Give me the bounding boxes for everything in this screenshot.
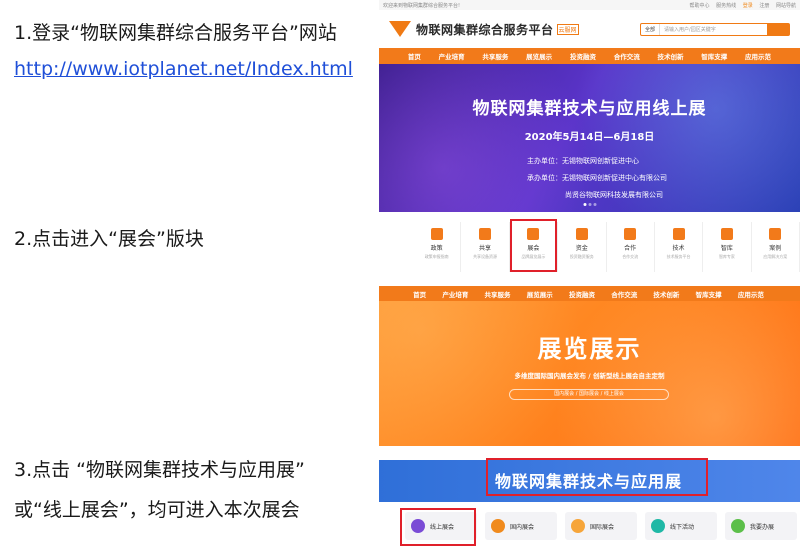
main-nav: 首页 产业培育 共享服务 展览展示 投资融资 合作交流 技术创新 智库支撑 应用…	[379, 48, 800, 64]
expo-title: 展览展示	[537, 335, 642, 363]
site-logo[interactable]: 物联网集群综合服务平台 云服网	[389, 21, 579, 38]
step-1-text: 1.登录“物联网集群综合服务平台”网站	[14, 22, 337, 44]
home-page: 欢迎来到物联网集群综合服务平台! 帮助中心 服务热线 登录 注册 网站导航 物联…	[379, 0, 800, 212]
nav-industry[interactable]: 产业培育	[439, 51, 465, 61]
sections-panel: 政策 政策申报指南 共享 共享设备资源 展会 品牌展览展示 资金 投资融资服务 合作 合作…	[379, 212, 800, 274]
home-banner[interactable]: 物联网集群技术与应用线上展 2020年5月14日—6月18日 主办单位：无锡物联…	[379, 64, 800, 212]
host-expo-icon	[731, 519, 745, 533]
search-box: 全部 请输入用户/园区关键字	[640, 22, 790, 36]
nav-thinktank[interactable]: 智库支撑	[696, 289, 722, 299]
tech-icon	[672, 228, 685, 240]
help-link[interactable]: 帮助中心	[690, 3, 710, 9]
nav-industry[interactable]: 产业培育	[442, 289, 468, 299]
card-international-expo[interactable]: 国际展会	[565, 512, 637, 540]
section-list: 政策 政策申报指南 共享 共享设备资源 展会 品牌展览展示 资金 投资融资服务 合作 合作…	[413, 222, 800, 272]
nav-demo[interactable]: 应用示范	[738, 289, 764, 299]
nav-cooperation[interactable]: 合作交流	[611, 289, 637, 299]
site-header: 物联网集群综合服务平台 云服网 全部 请输入用户/园区关键字	[379, 10, 800, 48]
policy-icon	[430, 228, 443, 240]
card-domestic-expo[interactable]: 国内展会	[485, 512, 557, 540]
step-3-line-1: 3.点击 “物联网集群技术与应用展”	[14, 459, 305, 481]
nav-cooperation[interactable]: 合作交流	[614, 51, 640, 61]
search-input[interactable]: 请输入用户/园区关键字	[660, 26, 767, 33]
nav-tech[interactable]: 技术创新	[653, 289, 679, 299]
card-offline-event[interactable]: 线下活动	[645, 512, 717, 540]
expo-page: 首页 产业培育 共享服务 展览展示 投资融资 合作交流 技术创新 智库支撑 应用…	[379, 286, 800, 446]
hotline-link[interactable]: 服务热线	[716, 3, 736, 9]
section-policy[interactable]: 政策 政策申报指南	[413, 222, 462, 272]
banner-host: 主办单位：无锡物联网创新促进中心	[527, 157, 639, 165]
highlight-online-expo	[400, 508, 476, 546]
section-cooperation[interactable]: 合作 合作交流	[607, 222, 655, 272]
top-bar: 欢迎来到物联网集群综合服务平台! 帮助中心 服务热线 登录 注册 网站导航	[379, 0, 800, 10]
top-links: 帮助中心 服务热线 登录 注册 网站导航	[685, 2, 796, 9]
card-host-expo[interactable]: 我要办展	[725, 512, 797, 540]
logo-text: 物联网集群综合服务平台	[416, 22, 554, 37]
register-link[interactable]: 注册	[759, 3, 769, 9]
nav-share[interactable]: 共享服务	[485, 289, 511, 299]
nav-finance[interactable]: 投资融资	[569, 289, 595, 299]
banner-pager[interactable]	[582, 203, 597, 206]
expo-tags: 国内展会 / 国际展会 / 线上展会	[509, 389, 669, 400]
highlight-featured-expo	[486, 458, 708, 496]
funds-icon	[575, 228, 588, 240]
sitemap-link[interactable]: 网站导航	[776, 3, 796, 9]
instructions: 1.登录“物联网集群综合服务平台”网站 http://www.iotplanet…	[0, 0, 378, 546]
logo-sub: 云服网	[556, 23, 579, 35]
expo-subtitle: 多维度国际国内展会发布 / 创新型线上展会自主定制	[514, 372, 665, 380]
nav-demo[interactable]: 应用示范	[745, 51, 771, 61]
step-2-text: 2.点击进入“展会”版块	[14, 228, 204, 250]
step-3-line-2: 或“线上展会”，均可进入本次展会	[14, 499, 300, 521]
nav-home[interactable]: 首页	[408, 51, 421, 61]
search-category[interactable]: 全部	[641, 23, 661, 35]
section-thinktank[interactable]: 智库 智库专家	[703, 222, 752, 272]
section-share[interactable]: 共享 共享设备资源	[461, 222, 510, 272]
thinktank-icon	[720, 228, 733, 240]
nav-expo[interactable]: 展览展示	[527, 289, 553, 299]
share-icon	[479, 228, 492, 240]
login-link[interactable]: 登录	[743, 3, 753, 9]
welcome-text: 欢迎来到物联网集群综合服务平台!	[383, 2, 461, 9]
section-tech[interactable]: 技术 技术服务平台	[655, 222, 704, 272]
nav-thinktank[interactable]: 智库支撑	[701, 51, 727, 61]
screenshots: 欢迎来到物联网集群综合服务平台! 帮助中心 服务热线 登录 注册 网站导航 物联…	[379, 0, 800, 546]
section-cases[interactable]: 案例 应用解决方案	[752, 222, 800, 272]
step-3-text: 3.点击 “物联网集群技术与应用展” 或“线上展会”，均可进入本次展会	[14, 455, 305, 525]
handshake-icon	[624, 228, 637, 240]
nav-home[interactable]: 首页	[413, 289, 426, 299]
nav-expo[interactable]: 展览展示	[526, 51, 552, 61]
domestic-expo-icon	[491, 519, 505, 533]
banner-organizer-2: 尚贤谷物联网科技发展有限公司	[565, 191, 663, 199]
international-expo-icon	[571, 519, 585, 533]
expo-nav: 首页 产业培育 共享服务 展览展示 投资融资 合作交流 技术创新 智库支撑 应用…	[379, 286, 800, 301]
site-link[interactable]: http://www.iotplanet.net/Index.html	[14, 58, 353, 80]
banner-title: 物联网集群技术与应用线上展	[472, 99, 707, 119]
banner-date: 2020年5月14日—6月18日	[524, 132, 655, 143]
highlight-expo-section	[510, 219, 557, 272]
section-funds[interactable]: 资金 投资融资服务	[558, 222, 607, 272]
offline-event-icon	[651, 519, 665, 533]
logo-icon	[389, 21, 411, 37]
banner-organizer: 承办单位：无锡物联网创新促进中心有限公司	[527, 174, 667, 182]
expo-banner: 展览展示 多维度国际国内展会发布 / 创新型线上展会自主定制 国内展会 / 国际…	[379, 301, 800, 446]
nav-share[interactable]: 共享服务	[482, 51, 508, 61]
nav-finance[interactable]: 投资融资	[570, 51, 596, 61]
nav-tech[interactable]: 技术创新	[657, 51, 683, 61]
search-button[interactable]	[767, 23, 789, 35]
cases-icon	[769, 228, 782, 240]
